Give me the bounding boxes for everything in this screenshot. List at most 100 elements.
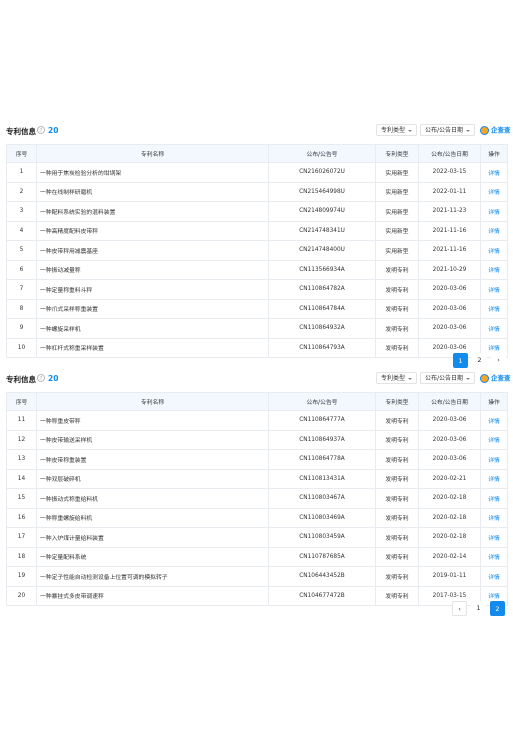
- header-index: 序号: [6, 144, 37, 163]
- patent-name: 一种称重螺旋给料机: [36, 507, 269, 528]
- patent-type-dropdown[interactable]: 专利类型: [376, 124, 418, 136]
- caret-down-icon: [466, 129, 471, 132]
- detail-link[interactable]: 详情: [480, 240, 508, 261]
- table-row: 1 一种用于焦炭检验分析的坩埚架 CN216026072U 实用新型 2022-03-1…: [6, 162, 508, 183]
- row-index: 17: [6, 527, 37, 548]
- dropdown-label: 专利类型: [381, 127, 406, 134]
- detail-link[interactable]: 详情: [480, 181, 508, 202]
- qichacha-logo-icon: [480, 373, 489, 383]
- detail-link[interactable]: 详情: [480, 298, 508, 319]
- patent-name: 一种振动减量称: [36, 259, 269, 280]
- help-icon[interactable]: ?: [37, 126, 45, 134]
- detail-link[interactable]: 详情: [480, 546, 508, 567]
- table-row: 10 一种杠杆式称重采样装置 CN110864793A 发明专利 2020-03-06 详…: [6, 337, 508, 358]
- detail-link[interactable]: 详情: [480, 566, 508, 587]
- publication-number: CN110787685A: [268, 546, 376, 567]
- publication-date: 2022-01-11: [418, 181, 481, 202]
- row-index: 12: [6, 429, 37, 450]
- detail-link[interactable]: 详情: [480, 220, 508, 241]
- table-row: 14 一种双层破碎机 CN110813431A 发明专利 2020-02-21 详情: [6, 468, 508, 489]
- logo-text: 企查查: [491, 374, 511, 382]
- patent-type-dropdown[interactable]: 专利类型: [376, 372, 418, 384]
- detail-link[interactable]: 详情: [480, 410, 508, 431]
- header-publication-date: 公布/公告日期: [418, 392, 481, 411]
- publication-date: 2020-02-21: [418, 468, 481, 489]
- row-index: 15: [6, 488, 37, 509]
- row-index: 7: [6, 279, 37, 300]
- patent-name: 一种入炉煤计量给料装置: [36, 527, 269, 548]
- table-row: 18 一种定量配料系统 CN110787685A 发明专利 2020-02-14 详情: [6, 546, 508, 567]
- patent-name: 一种称重皮带秤: [36, 410, 269, 431]
- detail-link[interactable]: 详情: [480, 318, 508, 339]
- publication-date: 2021-11-23: [418, 201, 481, 222]
- detail-link[interactable]: 详情: [480, 468, 508, 489]
- publication-date: 2020-03-06: [418, 298, 481, 319]
- table-row: 12 一种皮带输送采样机 CN110864937A 发明专利 2020-03-06 详情: [6, 429, 508, 450]
- publication-number: CN110864778A: [268, 449, 376, 470]
- row-index: 11: [6, 410, 37, 431]
- patent-type: 实用新型: [375, 201, 419, 222]
- page-1-button[interactable]: 1: [453, 353, 468, 368]
- table-row: 3 一种配料系统实验的混料装置 CN214809974U 实用新型 2021-11-23…: [6, 201, 508, 222]
- publication-date: 2020-03-06: [418, 429, 481, 450]
- publication-number: CN106443452B: [268, 566, 376, 587]
- caret-down-icon: [408, 129, 413, 132]
- header-action: 操作: [480, 392, 508, 411]
- detail-link[interactable]: 详情: [480, 527, 508, 548]
- row-index: 3: [6, 201, 37, 222]
- patent-name: 一种定量称重料斗秤: [36, 279, 269, 300]
- publication-number: CN110813431A: [268, 468, 376, 489]
- publication-date: 2022-03-15: [418, 162, 481, 183]
- publication-number: CN110864937A: [268, 429, 376, 450]
- patent-name: 一种定子性能自动检测设备上位置可调的模拟转子: [36, 566, 269, 587]
- detail-link[interactable]: 详情: [480, 507, 508, 528]
- patent-type: 发明专利: [375, 279, 419, 300]
- patent-name: 一种暴挂式多皮带调速秤: [36, 585, 269, 606]
- page-1-button[interactable]: 1: [471, 601, 486, 616]
- detail-link[interactable]: 详情: [480, 488, 508, 509]
- patent-type: 发明专利: [375, 585, 419, 606]
- detail-link[interactable]: 详情: [480, 279, 508, 300]
- header-publication-date: 公布/公告日期: [418, 144, 481, 163]
- page-2-button[interactable]: 2: [490, 601, 505, 616]
- row-index: 16: [6, 507, 37, 528]
- publish-date-dropdown[interactable]: 公布/公告日期: [420, 124, 476, 136]
- table-row: 16 一种称重螺旋给料机 CN110803469A 发明专利 2020-02-18 详情: [6, 507, 508, 528]
- table-row: 9 一种螺旋采样机 CN110864932A 发明专利 2020-03-06 详情: [6, 318, 508, 339]
- patent-type: 实用新型: [375, 162, 419, 183]
- header-patent-type: 专利类型: [375, 144, 419, 163]
- qichacha-logo: 企查查: [480, 372, 511, 384]
- detail-link[interactable]: 详情: [480, 449, 508, 470]
- prev-page-icon[interactable]: ‹: [452, 601, 467, 616]
- header-patent-type: 专利类型: [375, 392, 419, 411]
- patent-table-1: 序号 专利名称 公布/公告号 专利类型 公布/公告日期 操作 1 一种用于焦炭检验分析的坩埚…: [6, 144, 508, 358]
- publication-number: CN216026072U: [268, 162, 376, 183]
- patent-name: 一种皮带秤用减震基座: [36, 240, 269, 261]
- publish-date-dropdown[interactable]: 公布/公告日期: [420, 372, 476, 384]
- row-index: 19: [6, 566, 37, 587]
- patent-type: 发明专利: [375, 507, 419, 528]
- detail-link[interactable]: 详情: [480, 162, 508, 183]
- publication-number: CN110864793A: [268, 337, 376, 358]
- detail-link[interactable]: 详情: [480, 429, 508, 450]
- publication-date: 2021-11-16: [418, 220, 481, 241]
- publication-date: 2021-10-29: [418, 259, 481, 280]
- publication-date: 2020-03-06: [418, 449, 481, 470]
- detail-link[interactable]: 详情: [480, 201, 508, 222]
- publication-number: CN110864784A: [268, 298, 376, 319]
- patent-type: 发明专利: [375, 468, 419, 489]
- row-index: 18: [6, 546, 37, 567]
- table-row: 4 一种高精度配料皮带秤 CN214748341U 实用新型 2021-11-16 详情: [6, 220, 508, 241]
- publication-number: CN113566934A: [268, 259, 376, 280]
- publication-number: CN214809974U: [268, 201, 376, 222]
- help-icon[interactable]: ?: [37, 374, 45, 382]
- publication-date: 2020-03-06: [418, 318, 481, 339]
- publication-number: CN110864932A: [268, 318, 376, 339]
- table-row: 2 一种在线制样研磨机 CN215464998U 实用新型 2022-01-11 详情: [6, 181, 508, 202]
- page-2-button[interactable]: 2: [472, 353, 487, 368]
- patent-type: 发明专利: [375, 337, 419, 358]
- patent-name: 一种振动式称重给料机: [36, 488, 269, 509]
- detail-link[interactable]: 详情: [480, 259, 508, 280]
- dropdown-label: 专利类型: [381, 375, 406, 382]
- next-page-icon[interactable]: ›: [491, 353, 506, 368]
